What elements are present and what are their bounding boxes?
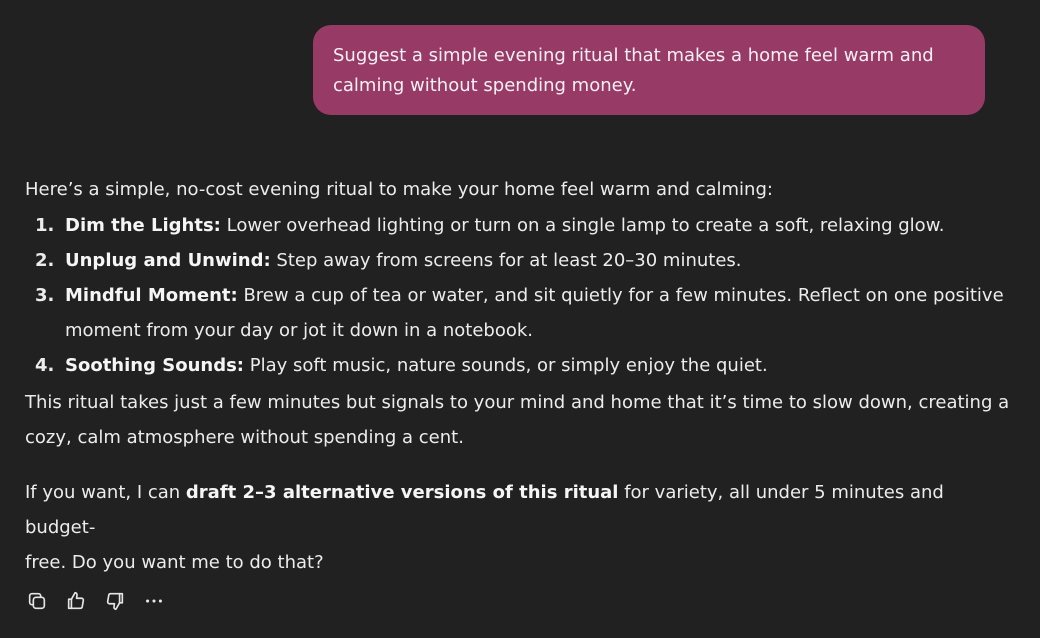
- more-options-button[interactable]: [141, 588, 167, 614]
- message-actions: [24, 588, 167, 614]
- ritual-steps-list: 1. Dim the Lights: Lower overhead lighti…: [25, 208, 1015, 383]
- dislike-button[interactable]: [102, 588, 128, 614]
- step-text-continued: moment from your day or jot it down in a…: [65, 320, 534, 341]
- like-button[interactable]: [63, 588, 89, 614]
- step-title: Mindful Moment:: [65, 285, 238, 306]
- step-title: Soothing Sounds:: [65, 355, 245, 376]
- step-text: Play soft music, nature sounds, or simpl…: [244, 355, 768, 376]
- user-message-line-2: calming without spending money.: [333, 75, 637, 96]
- step-title: Dim the Lights:: [65, 215, 221, 236]
- step-text: Step away from screens for at least 20–3…: [270, 250, 742, 271]
- list-item: 3. Mindful Moment: Brew a cup of tea or …: [25, 278, 1015, 348]
- step-number: 3.: [35, 285, 55, 306]
- list-item: 4. Soothing Sounds: Play soft music, nat…: [25, 348, 1015, 383]
- assistant-message: Here’s a simple, no-cost evening ritual …: [25, 172, 1015, 580]
- summary-line-1: This ritual takes just a few minutes but…: [25, 392, 1010, 413]
- thumbs-up-icon: [67, 591, 85, 610]
- summary-line-2: cozy, calm atmosphere without spending a…: [25, 427, 464, 448]
- assistant-offer: If you want, I can draft 2–3 alternative…: [25, 475, 1015, 580]
- step-number: 1.: [35, 215, 55, 236]
- user-message-bubble: Suggest a simple evening ritual that mak…: [313, 25, 985, 115]
- thumbs-down-icon: [106, 592, 124, 611]
- assistant-intro: Here’s a simple, no-cost evening ritual …: [25, 179, 773, 200]
- list-item: 1. Dim the Lights: Lower overhead lighti…: [25, 208, 1015, 243]
- list-item: 2. Unplug and Unwind: Step away from scr…: [25, 243, 1015, 278]
- offer-line-2: free. Do you want me to do that?: [25, 552, 324, 573]
- step-text: Brew a cup of tea or water, and sit quie…: [237, 285, 1004, 306]
- step-text: Lower overhead lighting or turn on a sin…: [220, 215, 945, 236]
- copy-icon: [28, 592, 46, 610]
- offer-prefix: If you want, I can: [25, 482, 186, 503]
- step-title: Unplug and Unwind:: [65, 250, 271, 271]
- step-number: 2.: [35, 250, 55, 271]
- user-message-line-1: Suggest a simple evening ritual that mak…: [333, 45, 934, 66]
- step-number: 4.: [35, 355, 55, 376]
- assistant-summary: This ritual takes just a few minutes but…: [25, 385, 1015, 455]
- copy-button[interactable]: [24, 588, 50, 614]
- more-icon: [146, 599, 162, 603]
- offer-highlight: draft 2–3 alternative versions of this r…: [185, 482, 619, 503]
